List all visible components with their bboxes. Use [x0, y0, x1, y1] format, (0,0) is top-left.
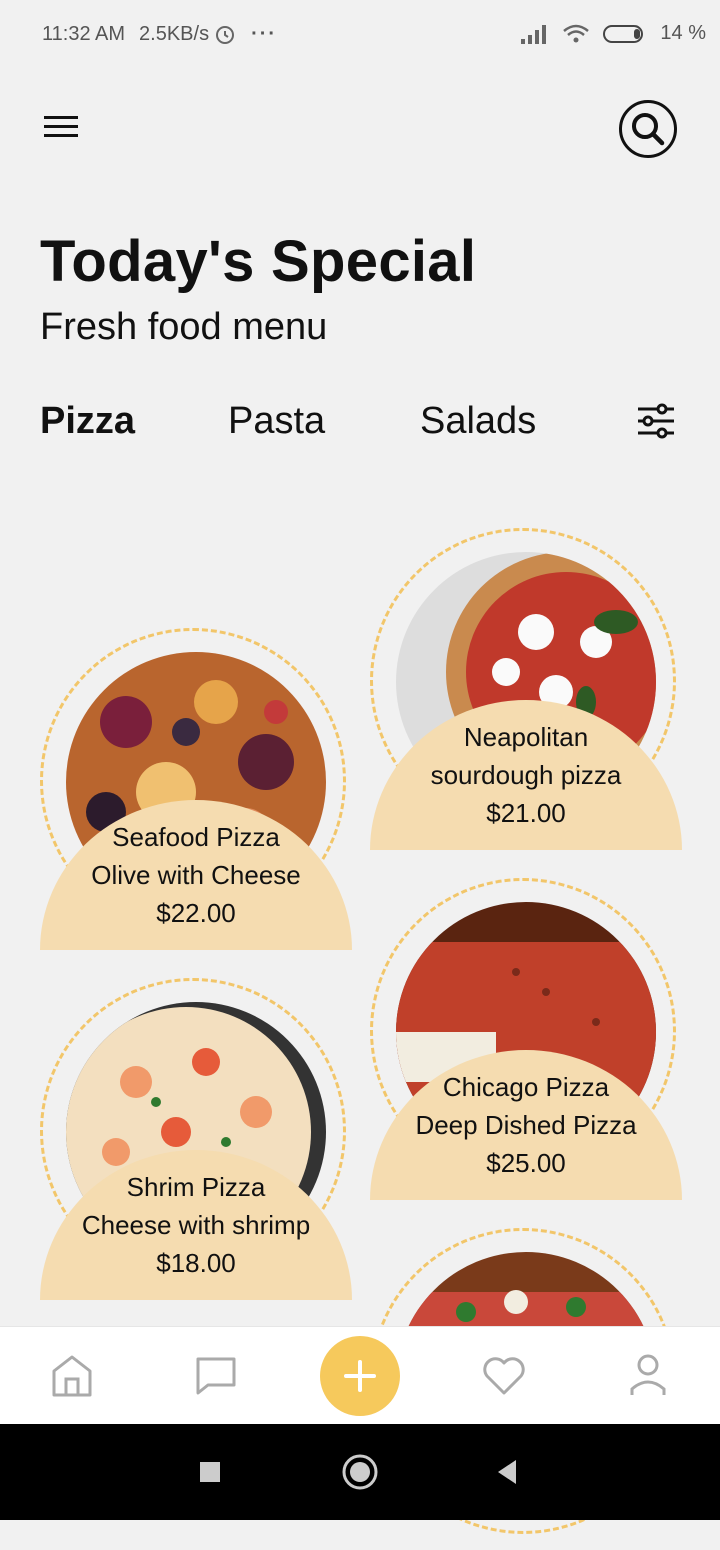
menu-icon[interactable]	[44, 112, 80, 142]
menu-card[interactable]: Shrim Pizza Cheese with shrimp $18.00	[40, 978, 352, 1300]
search-icon	[632, 113, 665, 146]
page-subtitle: Fresh food menu	[40, 306, 328, 348]
tab-salads[interactable]: Salads	[420, 400, 536, 443]
item-description: sourdough pizza	[430, 760, 622, 790]
status-speed: 2.5KB/s	[139, 22, 210, 45]
page-title: Today's Special	[40, 229, 477, 294]
plus-icon	[344, 1360, 376, 1392]
tab-pizza[interactable]: Pizza	[40, 400, 135, 443]
item-price: $21.00	[486, 798, 566, 828]
add-button[interactable]	[320, 1336, 400, 1416]
item-price: $25.00	[486, 1148, 566, 1178]
status-time: 11:32 AM	[42, 22, 126, 45]
recents-icon[interactable]	[198, 1460, 222, 1484]
signal-icon	[521, 24, 547, 44]
battery-icon	[603, 24, 644, 43]
battery-level: 14 %	[660, 22, 706, 44]
wifi-icon	[563, 24, 590, 42]
home-icon[interactable]	[48, 1351, 96, 1399]
item-name: Neapolitan	[463, 722, 589, 752]
filter-icon[interactable]	[636, 403, 676, 439]
search-button[interactable]	[619, 100, 677, 158]
back-icon[interactable]	[494, 1458, 520, 1486]
system-navigation-bar	[0, 1424, 720, 1520]
menu-card[interactable]: Neapolitan sourdough pizza $21.00	[370, 528, 682, 850]
user-icon[interactable]	[624, 1351, 672, 1399]
heart-icon[interactable]	[480, 1351, 528, 1399]
menu-card[interactable]: Chicago Pizza Deep Dished Pizza $25.00	[370, 878, 682, 1200]
item-name: Shrim Pizza	[126, 1172, 266, 1202]
item-description: Olive with Cheese	[91, 860, 301, 890]
menu-card[interactable]: Seafood Pizza Olive with Cheese $22.00	[40, 628, 352, 950]
item-description: Cheese with shrimp	[81, 1210, 311, 1240]
item-name: Seafood Pizza	[112, 822, 280, 852]
alarm-icon	[216, 26, 235, 44]
item-price: $22.00	[156, 898, 236, 928]
status-bar: 11:32 AM 2.5KB/s ··· 14 %	[0, 0, 720, 70]
item-name: Chicago Pizza	[442, 1072, 610, 1102]
item-description: Deep Dished Pizza	[415, 1110, 637, 1140]
tab-pasta[interactable]: Pasta	[228, 400, 325, 443]
home-system-icon[interactable]	[341, 1453, 379, 1491]
item-price: $18.00	[156, 1248, 236, 1278]
chat-icon[interactable]	[192, 1351, 240, 1399]
status-more: ···	[251, 22, 278, 45]
